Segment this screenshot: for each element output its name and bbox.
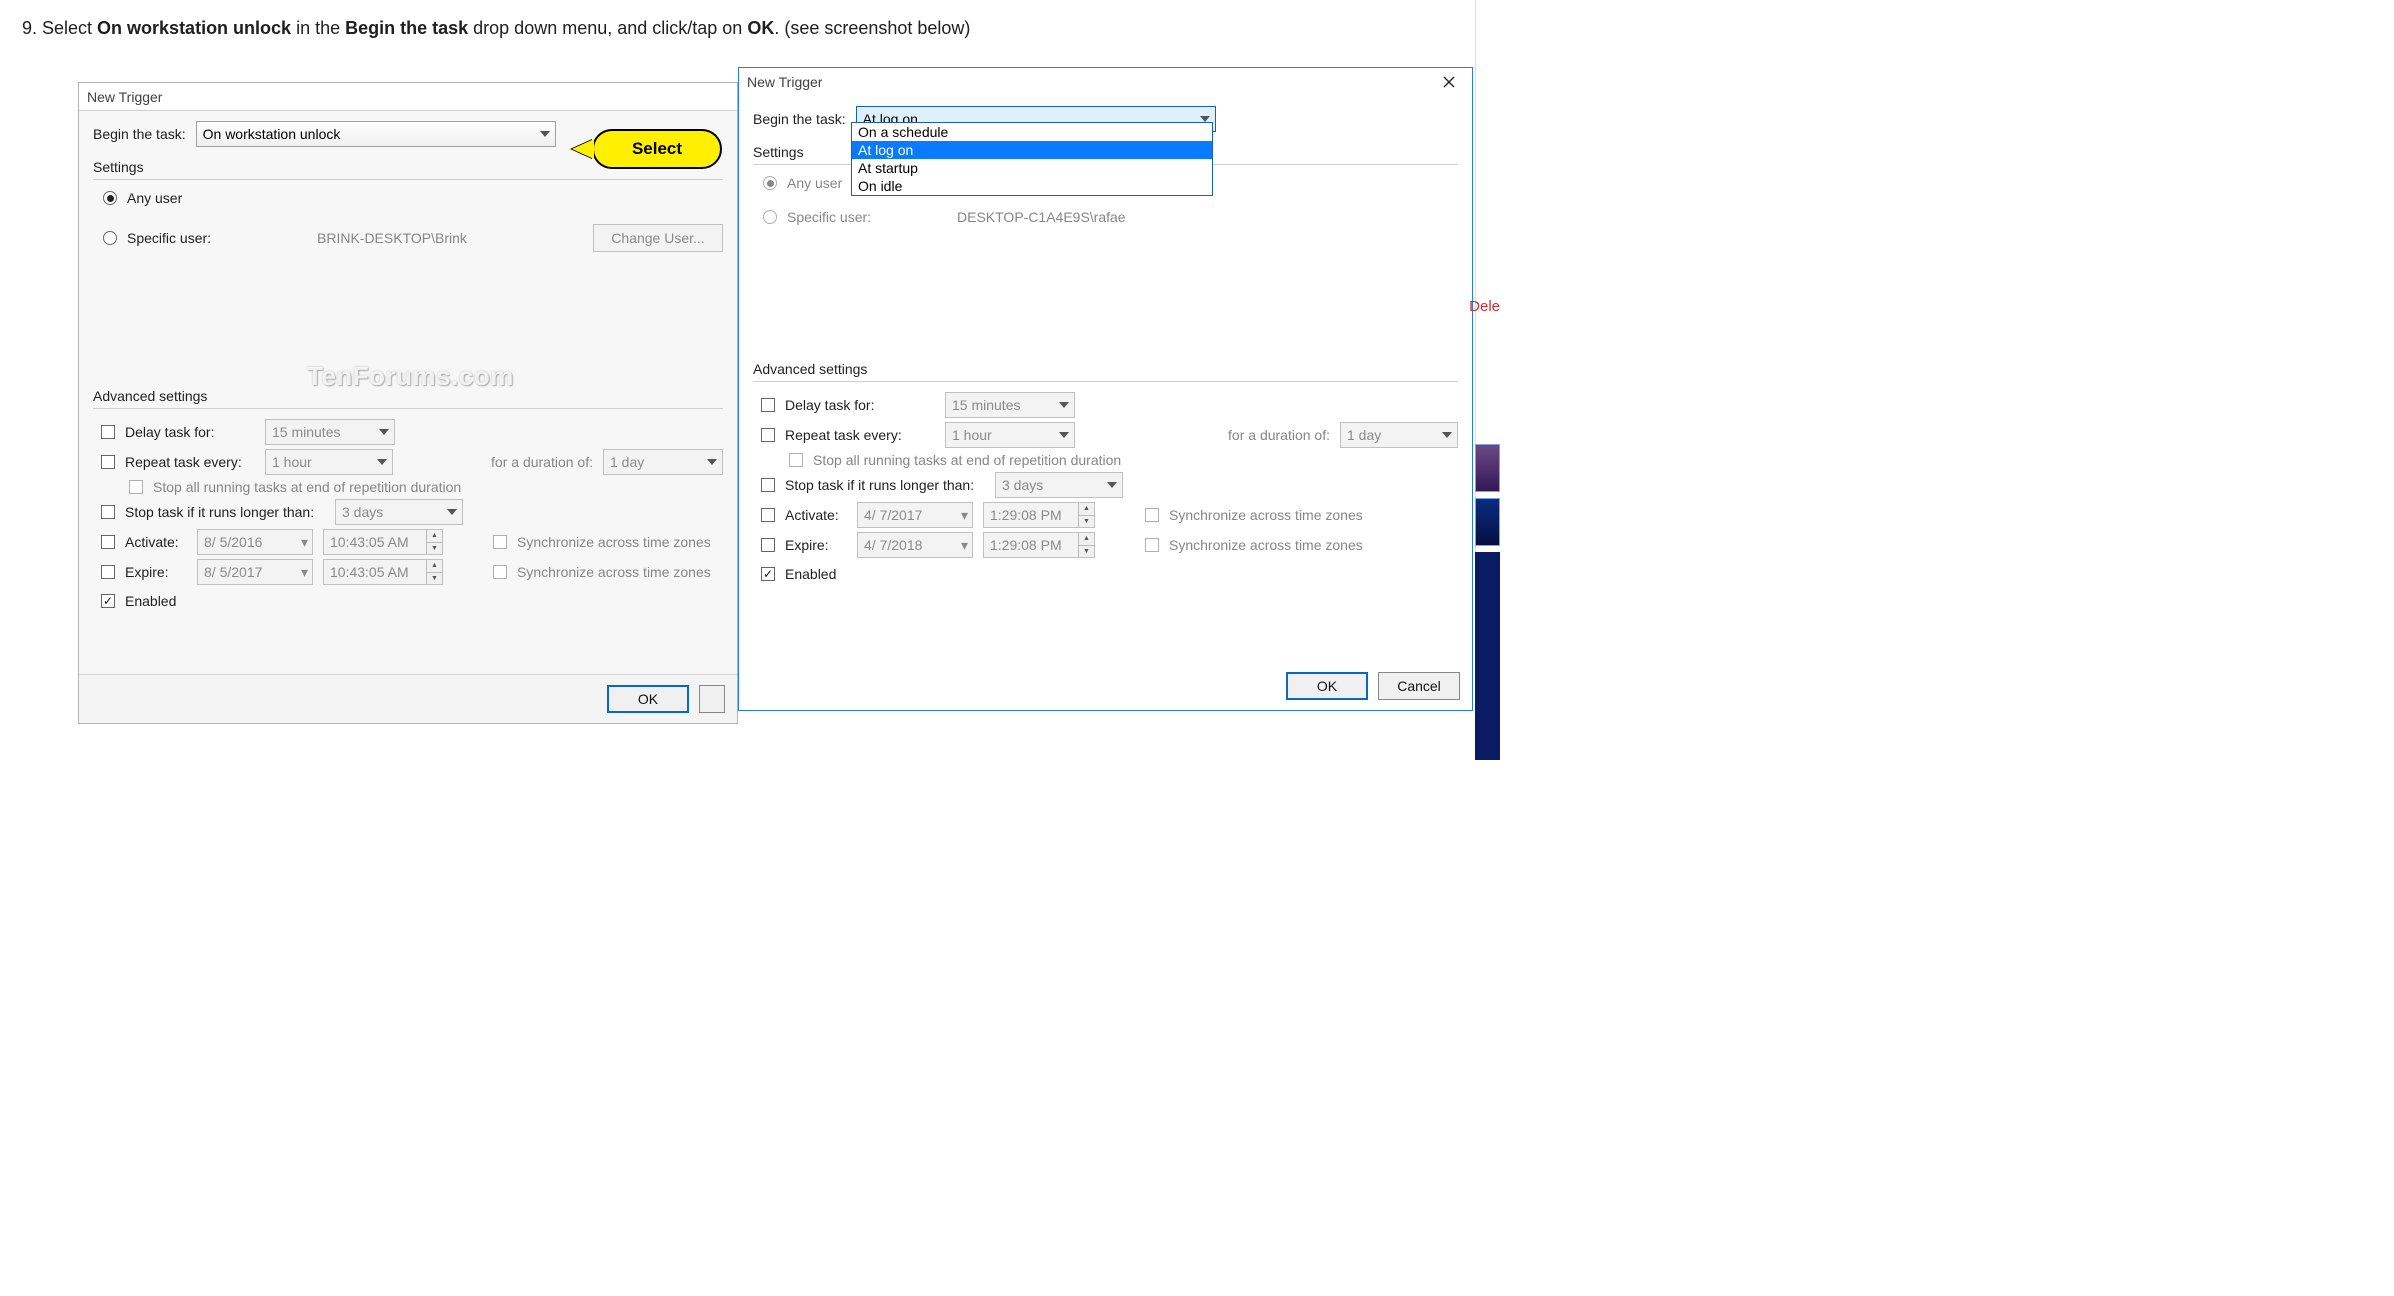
stop-all-check (129, 480, 143, 494)
expire-date[interactable]: 8/ 5/2017▾ (197, 559, 313, 585)
cancel-button-r[interactable]: Cancel (1378, 672, 1460, 700)
right-dialog-title: New Trigger (747, 74, 822, 90)
instruction-text: 9. Select On workstation unlock in the B… (22, 18, 970, 39)
repeat-task-dropdown[interactable]: 1 hour (265, 449, 393, 475)
sync-expire-label: Synchronize across time zones (517, 564, 711, 580)
select-callout: Select (592, 129, 722, 169)
sync-activate-check (493, 535, 507, 549)
expire-label: Expire: (125, 564, 187, 580)
delay-task-label-r: Delay task for: (785, 397, 935, 413)
enabled-label: Enabled (125, 593, 176, 609)
activate-time-r[interactable]: 1:29:08 PM▲▼ (983, 502, 1095, 528)
thumbnail-3[interactable] (1475, 552, 1500, 760)
sync-activate-label: Synchronize across time zones (517, 534, 711, 550)
stop-all-check-r (789, 453, 803, 467)
stop-all-label-r: Stop all running tasks at end of repetit… (813, 452, 1121, 468)
expire-label-r: Expire: (785, 537, 847, 553)
thumbnail-2[interactable] (1475, 498, 1500, 546)
expire-date-r[interactable]: 4/ 7/2018▾ (857, 532, 973, 558)
begin-task-dropdown-list[interactable]: On a schedule At log on At startup On id… (851, 122, 1213, 196)
sync-activate-check-r (1145, 508, 1159, 522)
thumbnail-1[interactable] (1475, 444, 1500, 492)
stop-long-dropdown[interactable]: 3 days (335, 499, 463, 525)
sync-activate-label-r: Synchronize across time zones (1169, 507, 1363, 523)
activate-time[interactable]: 10:43:05 AM▲▼ (323, 529, 443, 555)
delay-task-dropdown[interactable]: 15 minutes (265, 419, 395, 445)
change-user-button[interactable]: Change User... (593, 224, 723, 252)
dd-option-startup[interactable]: At startup (852, 159, 1212, 177)
right-dialog-titlebar[interactable]: New Trigger (739, 68, 1472, 96)
cancel-button-cut[interactable] (699, 685, 725, 713)
repeat-task-label-r: Repeat task every: (785, 427, 935, 443)
specific-user-value: BRINK-DESKTOP\Brink (317, 230, 467, 246)
activate-date-r[interactable]: 4/ 7/2017▾ (857, 502, 973, 528)
delay-task-check-r[interactable] (761, 398, 775, 412)
expire-check[interactable] (101, 565, 115, 579)
delete-link-peek[interactable]: Dele (1469, 298, 1500, 315)
specific-user-label: Specific user: (127, 230, 215, 246)
any-user-label-r: Any user (787, 175, 842, 191)
dd-option-schedule[interactable]: On a schedule (852, 123, 1212, 141)
activate-label: Activate: (125, 534, 187, 550)
stop-long-check[interactable] (101, 505, 115, 519)
duration-label-r: for a duration of: (1228, 427, 1330, 443)
specific-user-label-r: Specific user: (787, 209, 875, 225)
begin-task-label-r: Begin the task: (753, 111, 846, 127)
expire-time-r[interactable]: 1:29:08 PM▲▼ (983, 532, 1095, 558)
enabled-check[interactable] (101, 594, 115, 608)
stop-all-label: Stop all running tasks at end of repetit… (153, 479, 461, 495)
duration-dropdown[interactable]: 1 day (603, 449, 723, 475)
enabled-label-r: Enabled (785, 566, 836, 582)
delay-task-label: Delay task for: (125, 424, 255, 440)
begin-task-label: Begin the task: (93, 126, 186, 142)
activate-check-r[interactable] (761, 508, 775, 522)
repeat-task-check-r[interactable] (761, 428, 775, 442)
stop-long-dropdown-r[interactable]: 3 days (995, 472, 1123, 498)
dd-option-idle[interactable]: On idle (852, 177, 1212, 195)
repeat-task-dropdown-r[interactable]: 1 hour (945, 422, 1075, 448)
left-dialog: New Trigger Begin the task: On workstati… (78, 82, 738, 724)
repeat-task-label: Repeat task every: (125, 454, 255, 470)
expire-time[interactable]: 10:43:05 AM▲▼ (323, 559, 443, 585)
activate-date[interactable]: 8/ 5/2016▾ (197, 529, 313, 555)
sync-expire-check-r (1145, 538, 1159, 552)
sync-expire-check (493, 565, 507, 579)
any-user-radio[interactable] (103, 191, 117, 205)
repeat-task-check[interactable] (101, 455, 115, 469)
specific-user-radio[interactable] (103, 231, 117, 245)
specific-user-radio-r (763, 210, 777, 224)
any-user-label: Any user (127, 190, 182, 206)
left-dialog-title: New Trigger (87, 89, 162, 105)
delay-task-dropdown-r[interactable]: 15 minutes (945, 392, 1075, 418)
specific-user-value-r: DESKTOP-C1A4E9S\rafae (957, 209, 1126, 225)
enabled-check-r[interactable] (761, 567, 775, 581)
right-dialog: New Trigger Begin the task: At log on Se… (738, 67, 1473, 711)
activate-check[interactable] (101, 535, 115, 549)
sync-expire-label-r: Synchronize across time zones (1169, 537, 1363, 553)
ok-button-r[interactable]: OK (1286, 672, 1368, 700)
advanced-settings-group-r: Advanced settings (753, 357, 1458, 382)
any-user-radio-r (763, 176, 777, 190)
stop-long-check-r[interactable] (761, 478, 775, 492)
close-icon[interactable] (1434, 71, 1464, 93)
ok-button[interactable]: OK (607, 685, 689, 713)
stop-long-label: Stop task if it runs longer than: (125, 504, 325, 520)
background-panel-peek: Dele (1475, 0, 1500, 760)
dd-option-logon[interactable]: At log on (852, 141, 1212, 159)
delay-task-check[interactable] (101, 425, 115, 439)
duration-dropdown-r[interactable]: 1 day (1340, 422, 1458, 448)
activate-label-r: Activate: (785, 507, 847, 523)
left-dialog-titlebar[interactable]: New Trigger (79, 83, 737, 111)
duration-label: for a duration of: (491, 454, 593, 470)
watermark: TenForums.com (307, 361, 514, 392)
expire-check-r[interactable] (761, 538, 775, 552)
begin-task-dropdown[interactable]: On workstation unlock (196, 121, 556, 147)
stop-long-label-r: Stop task if it runs longer than: (785, 477, 985, 493)
